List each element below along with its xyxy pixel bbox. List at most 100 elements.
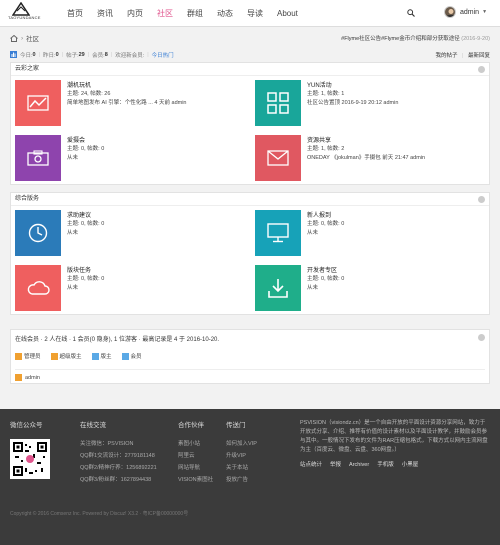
breadcrumb-separator: › [21,34,24,42]
cloud-icon[interactable] [15,265,61,311]
footer-link[interactable]: 手机版 [377,461,394,470]
nav-item-community[interactable]: 社区 [150,0,180,27]
grid-icon[interactable] [255,80,301,126]
announcement-date: (2016-9-20) [461,36,490,42]
forum-name[interactable]: 新人报到 [307,210,331,219]
legend-mod: 版主 [91,352,112,361]
hot-link[interactable]: 今日热门 [152,51,174,59]
footer-link[interactable]: 站点统计 [300,461,322,470]
user-icon [121,353,129,361]
camera-icon[interactable] [15,135,61,181]
footer-link[interactable]: 举报 [330,461,341,470]
breadcrumb-current[interactable]: 社区 [26,33,39,43]
breadcrumb: › 社区 [10,33,39,43]
posts-label: 帖子: [66,52,79,59]
forum-item[interactable]: 潮机玩机 主题: 24, 帖数: 26 简单地图发布 AI 引擎：个性化路 ..… [11,80,241,128]
site-logo[interactable]: TAOYUNDANCE [8,2,41,25]
portal-link[interactable]: 投放广告 [226,475,257,483]
partner-link[interactable]: VISION素图社 [178,475,213,483]
user-menu[interactable]: admin ▼ [444,6,487,18]
forum-name[interactable]: YUN活动 [307,80,332,89]
nav-item-home[interactable]: 首页 [60,0,90,27]
forum-name[interactable]: 资源共享 [307,135,331,144]
forum-last-post: 从未 [67,155,79,161]
stats-icon [10,51,17,58]
online-members-panel: 在线会员 · 2 人在线 · 1 会员(0 隐身), 1 位游客 · 最高记录是… [10,329,490,384]
forum-item[interactable]: 开发者专区 主题: 0, 帖数: 0 从未 [251,265,481,313]
forum-item[interactable]: 新人报到 主题: 0, 帖数: 0 从未 [251,210,481,258]
forum-counts: 主题: 1, 帖数: 2 [307,146,345,152]
announcement-text[interactable]: #Flyme社区公告#Flyme金币介绍和部分获取途径 [341,36,460,42]
online-summary: 在线会员 · 2 人在线 · 1 会员(0 隐身), 1 位游客 · 最高记录是… [15,334,485,344]
forum-item[interactable]: 求助建议 主题: 0, 帖数: 0 从未 [11,210,241,258]
home-icon[interactable] [10,34,18,42]
announcement[interactable]: #Flyme社区公告#Flyme金币介绍和部分获取途径 (2016-9-20) [341,34,490,42]
forum-counts: 主题: 0, 帖数: 0 [67,276,105,282]
portal-link[interactable]: 关于本站 [226,463,257,471]
members-count: 8 [104,51,108,58]
footer-heading: 微信公众号 [10,422,43,429]
forum-name[interactable]: 求助建议 [67,210,91,219]
mail-icon[interactable] [255,135,301,181]
collapse-toggle-icon[interactable] [478,334,485,341]
contact-line: QQ群1交流设计：2779181148 [80,453,155,459]
latest-reply-link[interactable]: 最新回复 [468,53,490,59]
nav-item-news[interactable]: 资讯 [90,0,120,27]
footer-heading: 合作伙伴 [178,422,204,429]
footer-link[interactable]: Archiver [349,461,369,470]
footer-portal: 传送门 如何加入VIP 升级VIP 关于本站 投放广告 [226,419,257,487]
forum-last-post[interactable]: 社区公告置顶 2016-9-19 20:12 admin [307,98,398,106]
nav-item-groups[interactable]: 群组 [180,0,210,27]
footer-links: 站点统计 举报 Archiver 手机版 小黑屋 [300,461,490,470]
chart-icon[interactable] [15,80,61,126]
user-icon [15,353,22,361]
forum-last-post[interactable]: 简单地图发布 AI 引擎：个性化路 ... 4 天前 admin [67,98,187,106]
nav-item-about[interactable]: About [270,0,305,27]
online-summary-text[interactable]: 在线会员 · 2 人在线 · 1 会员(0 隐身), 1 位游客 · 最高记录是… [15,337,219,343]
nav-item-pages[interactable]: 内页 [120,0,150,27]
collapse-toggle-icon[interactable] [478,66,485,73]
forum-item[interactable]: 爱摄会 主题: 0, 帖数: 0 从未 [11,135,241,183]
forum-last-post[interactable]: ONEDAY 《jokulman》手摄包 前天 21:47 admin [307,153,425,161]
collapse-toggle-icon[interactable] [478,196,485,203]
forum-name[interactable]: 潮机玩机 [67,80,91,89]
online-user[interactable]: admin [25,375,40,381]
footer-link[interactable]: 小黑屋 [402,461,419,470]
forum-counts: 主题: 0, 帖数: 0 [307,276,345,282]
forum-counts: 主题: 1, 帖数: 1 [307,91,345,97]
yesterday-label: 昨日: [43,52,56,59]
nav-item-feed[interactable]: 动态 [210,0,240,27]
forum-item[interactable]: 版块任务 主题: 0, 帖数: 0 从未 [11,265,241,313]
forum-counts: 主题: 24, 帖数: 26 [67,91,111,97]
forum-category-1: 云彩之家 潮机玩机 主题: 24, 帖数: 26 简单地图发布 AI 引擎：个性… [10,62,490,185]
logo-text: TAOYUNDANCE [8,15,41,20]
download-icon[interactable] [255,265,301,311]
forum-last-post: 从未 [307,230,319,236]
forum-name[interactable]: 爱摄会 [67,135,85,144]
my-posts-link[interactable]: 我的帖子 [435,53,457,59]
legend-admin: 管理员 [15,352,41,361]
partner-link[interactable]: 阿里云 [178,451,213,459]
forum-counts: 主题: 0, 帖数: 0 [307,221,345,227]
portal-link[interactable]: 如何加入VIP [226,439,257,447]
forum-name[interactable]: 版块任务 [67,265,91,274]
monitor-icon[interactable] [255,210,301,256]
members-label: 会员: [92,52,105,59]
search-button[interactable] [407,9,415,19]
forum-stats: 今日: 0 | 昨日: 0 | 帖子: 29 | 会员: 8 | 欢迎新会员: … [10,50,490,59]
clock-icon[interactable] [15,210,61,256]
nav-item-guide[interactable]: 导读 [240,0,270,27]
yesterday-count: 0 [55,51,59,58]
category-title[interactable]: 综合版务 [15,196,39,202]
forum-item[interactable]: 资源共享 主题: 1, 帖数: 2 ONEDAY 《jokulman》手摄包 前… [251,135,481,183]
forum-name[interactable]: 开发者专区 [307,265,337,274]
portal-link[interactable]: 升级VIP [226,451,257,459]
partner-link[interactable]: 素图小站 [178,439,213,447]
contact-line: QQ群3/粉丝群：1627894438 [80,477,152,483]
avatar [444,6,456,18]
partner-link[interactable]: 网站导航 [178,463,213,471]
forum-item[interactable]: YUN活动 主题: 1, 帖数: 1 社区公告置顶 2016-9-19 20:1… [251,80,481,128]
username: admin [460,8,480,16]
forum-last-post: 从未 [307,285,319,291]
category-title[interactable]: 云彩之家 [15,66,39,72]
